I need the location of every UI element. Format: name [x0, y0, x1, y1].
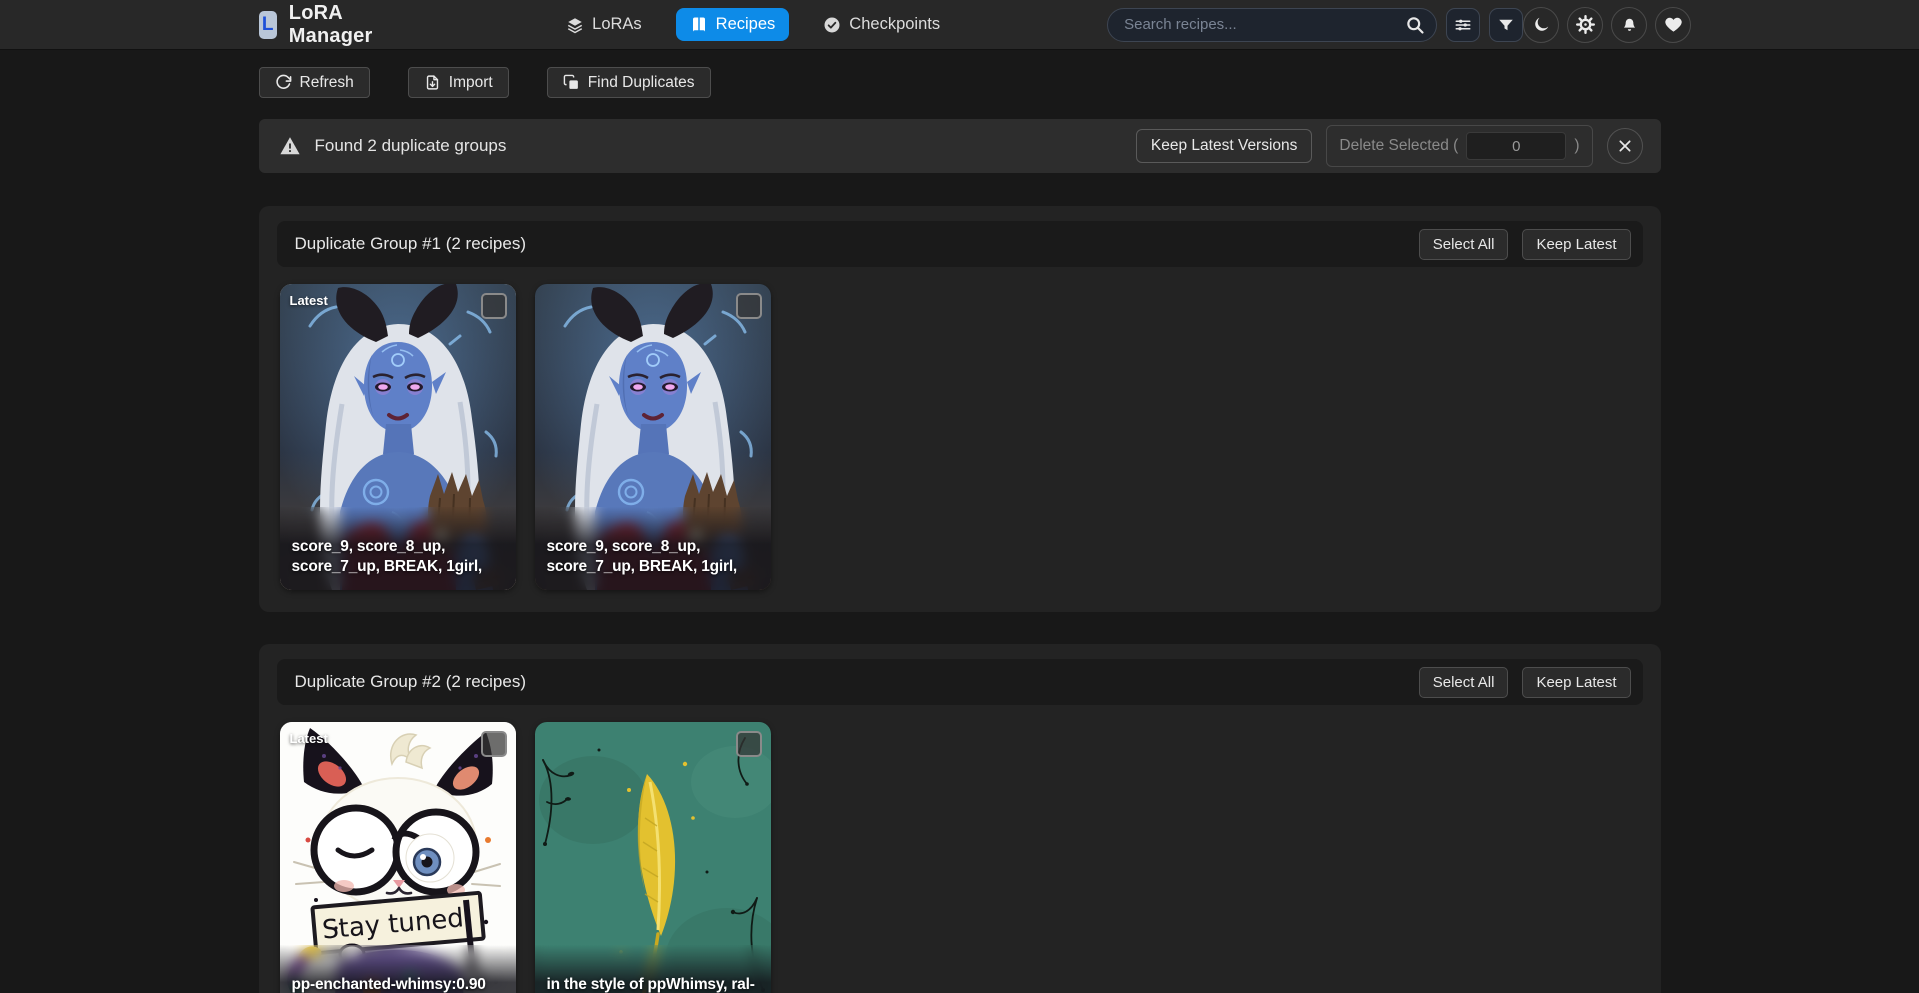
search-input[interactable]	[1107, 8, 1437, 42]
sliders-button[interactable]	[1446, 8, 1480, 42]
logo-letter: L	[262, 14, 274, 36]
alert-message: Found 2 duplicate groups	[315, 136, 507, 156]
select-all-button[interactable]: Select All	[1419, 229, 1509, 260]
find-duplicates-label: Find Duplicates	[588, 74, 695, 92]
refresh-button[interactable]: Refresh	[259, 67, 370, 98]
search-icon	[1405, 15, 1425, 35]
recipe-caption: in the style of ppWhimsy, ral-frctlgmtry…	[535, 945, 771, 993]
delete-selected-button[interactable]: Delete Selected ( 0 )	[1326, 125, 1592, 167]
brand: L LoRA Manager	[259, 2, 383, 48]
tab-label: Recipes	[716, 15, 776, 34]
theme-toggle-button[interactable]	[1523, 7, 1559, 43]
gear-icon	[1576, 15, 1595, 34]
app-title: LoRA Manager	[289, 2, 382, 48]
tab-loras[interactable]: LoRAs	[552, 8, 656, 41]
filter-button[interactable]	[1489, 8, 1523, 42]
warning-icon	[279, 135, 301, 157]
delete-selected-suffix: )	[1574, 137, 1579, 155]
close-icon	[1617, 138, 1633, 154]
group-title: Duplicate Group #1 (2 recipes)	[295, 234, 527, 254]
import-icon	[424, 74, 441, 91]
bell-icon	[1620, 15, 1639, 34]
recipe-card[interactable]: Latest pp-enchanted-whimsy:0.90 ral-frct…	[280, 722, 516, 993]
settings-button[interactable]	[1567, 7, 1603, 43]
card-checkbox[interactable]	[481, 731, 507, 757]
group-title: Duplicate Group #2 (2 recipes)	[295, 672, 527, 692]
refresh-icon	[275, 74, 292, 91]
import-button[interactable]: Import	[408, 67, 509, 98]
tab-label: LoRAs	[592, 15, 642, 34]
refresh-label: Refresh	[300, 74, 354, 92]
select-all-button[interactable]: Select All	[1419, 667, 1509, 698]
recipe-caption: score_9, score_8_up, score_7_up, BREAK, …	[535, 507, 771, 590]
find-duplicates-button[interactable]: Find Duplicates	[547, 67, 711, 98]
delete-selected-prefix: Delete Selected (	[1339, 137, 1458, 155]
card-checkbox[interactable]	[736, 293, 762, 319]
duplicate-group-2: Duplicate Group #2 (2 recipes) Select Al…	[259, 644, 1661, 993]
search-area	[1107, 8, 1523, 42]
recipe-caption: score_9, score_8_up, score_7_up, BREAK, …	[280, 507, 516, 590]
keep-latest-button[interactable]: Keep Latest	[1522, 229, 1630, 260]
card-checkbox[interactable]	[736, 731, 762, 757]
notifications-button[interactable]	[1611, 7, 1647, 43]
recipe-card[interactable]: score_9, score_8_up, score_7_up, BREAK, …	[535, 284, 771, 590]
import-label: Import	[449, 74, 493, 92]
book-icon	[690, 16, 708, 34]
favorites-button[interactable]	[1655, 7, 1691, 43]
cards-row: Latest score_9, score_8_up, score_7_up, …	[277, 284, 1643, 590]
card-checkbox[interactable]	[481, 293, 507, 319]
duplicate-group-1: Duplicate Group #1 (2 recipes) Select Al…	[259, 206, 1661, 612]
keep-latest-button[interactable]: Keep Latest	[1522, 667, 1630, 698]
tab-label: Checkpoints	[849, 15, 940, 34]
keep-latest-versions-button[interactable]: Keep Latest Versions	[1136, 129, 1313, 163]
nav-tabs: LoRAs Recipes Checkpoints	[552, 8, 954, 41]
group-header: Duplicate Group #2 (2 recipes) Select Al…	[277, 659, 1643, 705]
app-window: L LoRA Manager LoRAs Recipes Checkpoints	[0, 0, 1919, 993]
layers-icon	[566, 16, 584, 34]
nav-bar: L LoRA Manager LoRAs Recipes Checkpoints	[0, 0, 1919, 50]
close-alert-button[interactable]	[1607, 128, 1643, 164]
latest-badge: Latest	[290, 731, 328, 746]
latest-badge: Latest	[290, 293, 328, 308]
nav-icon-buttons	[1523, 7, 1691, 43]
sliders-icon	[1454, 16, 1472, 34]
group-header: Duplicate Group #1 (2 recipes) Select Al…	[277, 221, 1643, 267]
duplicates-alert-banner: Found 2 duplicate groups Keep Latest Ver…	[259, 119, 1661, 173]
tab-checkpoints[interactable]: Checkpoints	[809, 8, 954, 41]
selected-count: 0	[1466, 132, 1566, 160]
cards-row: Latest pp-enchanted-whimsy:0.90 ral-frct…	[277, 722, 1643, 993]
check-circle-icon	[823, 16, 841, 34]
moon-icon	[1532, 15, 1551, 34]
recipe-card[interactable]: in the style of ppWhimsy, ral-frctlgmtry…	[535, 722, 771, 993]
toolbar: Refresh Import Find Duplicates	[259, 50, 1661, 98]
duplicate-icon	[563, 74, 580, 91]
recipe-card[interactable]: Latest score_9, score_8_up, score_7_up, …	[280, 284, 516, 590]
heart-icon	[1664, 15, 1683, 34]
recipe-caption: pp-enchanted-whimsy:0.90 ral-frctlgmtry_…	[280, 945, 516, 993]
filter-icon	[1497, 16, 1515, 34]
tab-recipes[interactable]: Recipes	[676, 8, 790, 41]
app-logo: L	[259, 11, 277, 39]
